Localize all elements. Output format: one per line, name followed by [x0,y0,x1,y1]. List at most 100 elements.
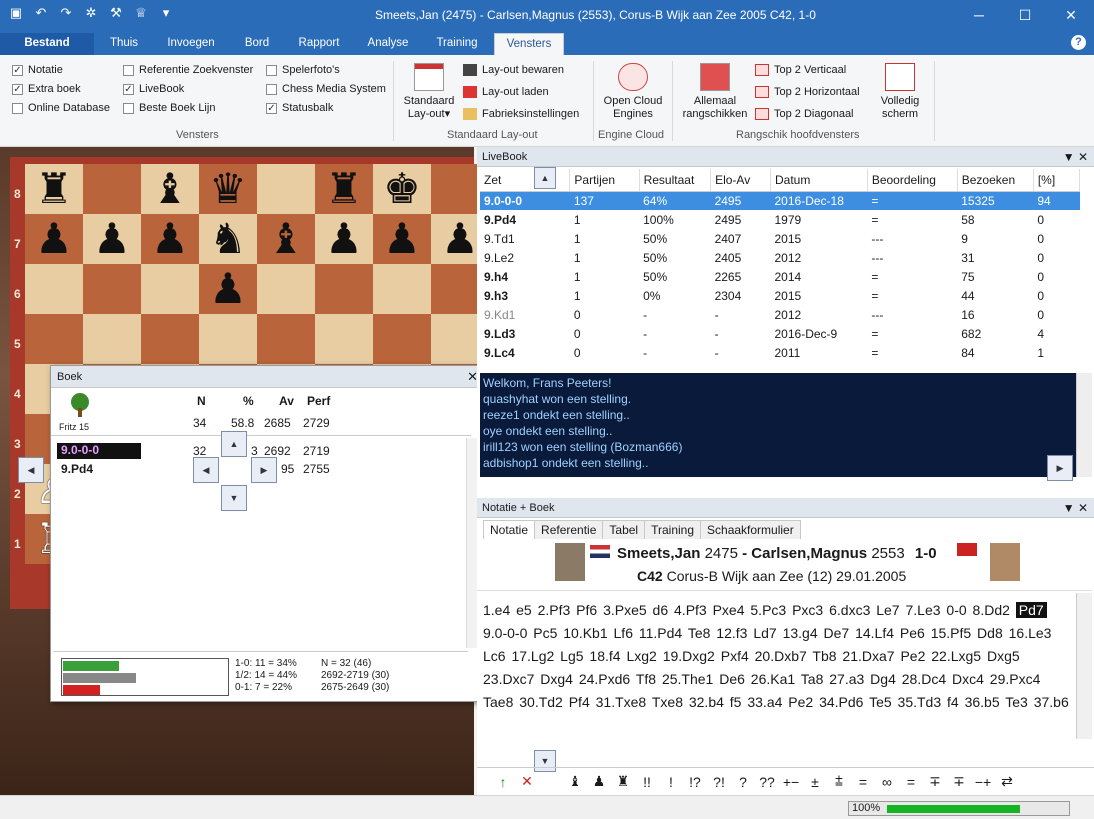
tab-invoegen[interactable]: Invoegen [158,33,224,55]
black-king-icon[interactable]: ♚ [383,168,421,210]
tab-rapport[interactable]: Rapport [290,33,348,55]
annotation-symbol-button[interactable]: ∓ [947,773,971,790]
black-queen-icon[interactable]: ♛ [209,168,247,210]
board-square[interactable] [83,264,141,314]
dock-up-arrow[interactable]: ▲ [221,431,247,457]
livebook-col-header[interactable]: Datum [770,169,868,192]
board-square[interactable]: ♟ [25,214,83,264]
livebook-row[interactable]: 9.Le2 1 50% 2405 2012 --- 31 0 [480,248,1080,267]
board-square[interactable]: ♝ [141,164,199,214]
board-square[interactable]: ♜ [25,164,83,214]
annotation-symbol-button[interactable]: ♝ [563,773,587,790]
trophy-icon[interactable]: ♕ [133,5,149,21]
board-square[interactable] [373,314,431,364]
black-pawn-icon[interactable]: ♟ [325,218,363,260]
checkbox-statusbalk[interactable]: ✓ Statusbalk [266,102,333,114]
black-bishop-icon[interactable]: ♝ [151,168,189,210]
board-square[interactable] [199,314,257,364]
annotation-symbol-button[interactable]: ↑ [491,774,515,790]
livebook-row[interactable]: 9.h3 1 0% 2304 2015 = 44 0 [480,286,1080,305]
board-square[interactable]: ♟ [199,264,257,314]
top2-verticaal-button[interactable]: Top 2 Verticaal [755,64,846,76]
annotation-symbol-button[interactable]: = [851,774,875,790]
board-square[interactable]: ♞ [199,214,257,264]
dock-right-arrow[interactable]: ▶ [251,457,277,483]
top2-diagonaal-button[interactable]: Top 2 Diagonaal [755,108,854,120]
checkbox-spelerfotos[interactable]: Spelerfoto's [266,64,340,76]
dock-far-left-arrow[interactable]: ◀ [18,457,44,483]
annotation-symbol-button[interactable]: ✕ [515,773,539,790]
board-square[interactable] [373,264,431,314]
dock-top-arrow[interactable]: ▲ [534,167,556,189]
help-icon[interactable]: ? [1071,35,1086,50]
board-square[interactable]: ♟ [373,214,431,264]
livebook-row[interactable]: 9.Pd4 1 100% 2495 1979 = 58 0 [480,210,1080,229]
black-pawn-icon[interactable]: ♟ [35,218,73,260]
customize-icon[interactable]: ▾ [158,5,174,21]
board-square[interactable] [83,314,141,364]
black-pawn-icon[interactable]: ♟ [93,218,131,260]
book-row-selected[interactable]: 9.0-0-0 [57,443,141,459]
tab-tabel[interactable]: Tabel [602,520,646,539]
undo-icon[interactable]: ↶ [33,5,49,21]
annotation-symbol-button[interactable]: −+ [971,774,995,790]
board-square[interactable] [315,264,373,314]
livebook-row[interactable]: 9.Td1 1 50% 2407 2015 --- 9 0 [480,229,1080,248]
checkbox-chess-media[interactable]: Chess Media System [266,83,386,95]
livebook-col-header[interactable]: Bezoeken [957,169,1034,192]
annotation-symbol-button[interactable]: ♟ [587,773,611,790]
black-pawn-icon[interactable]: ♟ [209,268,247,310]
layout-bewaren-button[interactable]: Lay-out bewaren [463,64,564,76]
board-square[interactable]: ♟ [141,214,199,264]
engine-icon[interactable]: ✲ [83,5,99,21]
annotation-symbol-button[interactable]: ± [803,774,827,790]
annotation-symbol-button[interactable]: !! [635,774,659,790]
top2-horizontaal-button[interactable]: Top 2 Horizontaal [755,86,860,98]
black-pawn-icon[interactable]: ♟ [441,218,479,260]
board-square[interactable] [25,314,83,364]
annotation-symbol-button[interactable]: ♜ [611,773,635,790]
annotation-symbol-button[interactable]: ! [659,774,683,790]
annotation-symbol-button[interactable]: ⇄ [995,773,1019,790]
board-square[interactable] [315,314,373,364]
board-square[interactable]: ♟ [83,214,141,264]
annotation-symbol-button[interactable]: ?? [755,774,779,790]
tab-notatie[interactable]: Notatie [483,520,536,539]
volledig-scherm-button[interactable]: Volledig scherm [872,63,928,121]
save-icon[interactable]: ▣ [8,5,24,21]
book-row[interactable]: 9.Pd4 [61,462,93,476]
checkbox-notatie[interactable]: ✓ Notatie [12,64,63,76]
black-pawn-icon[interactable]: ♟ [383,218,421,260]
tab-schaakformulier[interactable]: Schaakformulier [700,520,801,539]
livebook-row[interactable]: 9.h4 1 50% 2265 2014 = 75 0 [480,267,1080,286]
allemaal-rangschikken-button[interactable]: Allemaal rangschikken [678,63,752,121]
board-square[interactable]: ♛ [199,164,257,214]
board-square[interactable]: ♝ [257,214,315,264]
dock-down-arrow[interactable]: ▼ [221,485,247,511]
tools-icon[interactable]: ⚒ [108,5,124,21]
annotation-symbol-button[interactable]: = [899,774,923,790]
annotation-symbol-button[interactable]: +− [779,774,803,790]
annotation-symbol-button[interactable]: ∓ [923,773,947,790]
checkbox-livebook[interactable]: ✓ LiveBook [123,83,184,95]
black-bishop-icon[interactable]: ♝ [267,218,305,260]
black-rook-icon[interactable]: ♜ [35,168,73,210]
annotation-symbol-button[interactable]: !? [683,774,707,790]
minimize-button[interactable]: ─ [956,0,1002,30]
livebook-col-header[interactable]: Resultaat [639,169,712,192]
annotation-symbol-button[interactable]: ?! [707,774,731,790]
tab-analyse[interactable]: Analyse [360,33,416,55]
annotation-symbol-button[interactable]: ∞ [875,774,899,790]
annotation-symbol-button[interactable]: ? [731,774,755,790]
checkbox-beste-boek-lijn[interactable]: Beste Boek Lijn [123,102,215,114]
board-square[interactable]: ♟ [315,214,373,264]
board-square[interactable] [257,164,315,214]
board-square[interactable] [141,264,199,314]
livebook-row[interactable]: 9.0-0-0 137 64% 2495 2016-Dec-18 = 15325 94 [480,191,1080,210]
board-square[interactable] [141,314,199,364]
panel-controls[interactable]: ▼ ✕ [1063,498,1088,518]
current-move[interactable]: Pd7 [1015,602,1047,618]
black-pawn-icon[interactable]: ♟ [151,218,189,260]
layout-laden-button[interactable]: Lay-out laden [463,86,549,98]
notation-scrollbar[interactable] [1076,593,1092,739]
